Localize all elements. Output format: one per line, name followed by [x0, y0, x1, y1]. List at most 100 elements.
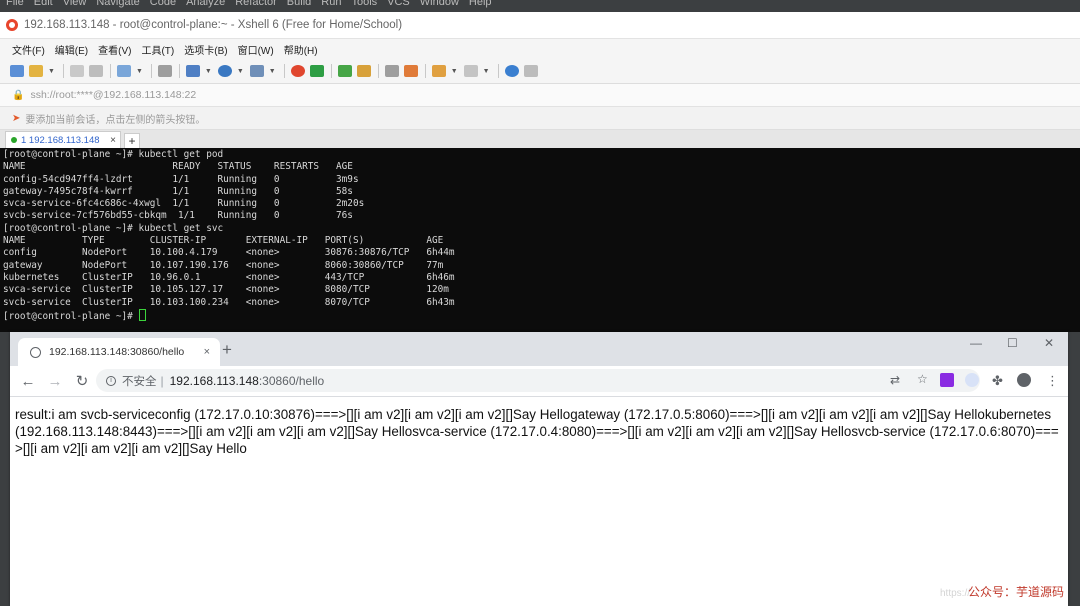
ide-menu-file[interactable]: File	[6, 0, 24, 8]
maximize-icon[interactable]: ☐	[1007, 336, 1018, 350]
chevron-down-icon[interactable]: ▼	[136, 68, 143, 75]
ide-menu-tools[interactable]: Tools	[351, 0, 377, 8]
open-folder-icon[interactable]	[29, 65, 43, 77]
find-icon[interactable]	[157, 65, 172, 77]
browser-tab[interactable]: 192.168.113.148:30860/hello ×	[18, 338, 220, 366]
font-icon[interactable]	[249, 65, 264, 77]
xshell-logo-icon[interactable]	[290, 65, 305, 77]
back-arrow-icon[interactable]: ←	[19, 373, 37, 390]
xshell-address-text: ssh://root:****@192.168.113.148:22	[30, 89, 197, 101]
ide-menu-analyze[interactable]: Analyze	[186, 0, 225, 8]
security-status[interactable]: 不安全	[122, 373, 157, 389]
ide-menu-view[interactable]: View	[63, 0, 87, 8]
ide-menu-build[interactable]: Build	[287, 0, 311, 8]
ide-menu-help[interactable]: Help	[469, 0, 492, 8]
close-window-icon[interactable]: ✕	[1044, 336, 1054, 350]
terminal-prompt-line[interactable]: [root@control-plane ~]#	[3, 308, 1080, 322]
xshell-menu-edit[interactable]: 编辑(E)	[55, 42, 88, 57]
xshell-session-tab[interactable]: 1 192.168.113.148 ×	[5, 131, 121, 148]
layout-icon[interactable]	[185, 65, 200, 77]
xshell-menu-tools[interactable]: 工具(T)	[141, 42, 174, 57]
xshell-tab-bar: 1 192.168.113.148 × +	[0, 130, 1080, 148]
chevron-down-icon[interactable]: ▼	[48, 68, 55, 75]
bookmark-star-icon[interactable]: ☆	[917, 372, 928, 386]
new-tab-button[interactable]: +	[124, 133, 140, 148]
xshell-window: 192.168.113.148 - root@control-plane:~ -…	[0, 12, 1080, 332]
reload-icon[interactable]: ↻	[73, 372, 91, 390]
ide-menu-window[interactable]: Window	[420, 0, 459, 8]
terminal-prompt: [root@control-plane ~]#	[3, 310, 139, 322]
bookmark-arrow-icon[interactable]: ➤	[12, 113, 20, 124]
fullscreen-icon[interactable]	[337, 65, 352, 77]
xshell-menu-tabs[interactable]: 选项卡(B)	[184, 42, 227, 57]
chrome-tab-strip: 192.168.113.148:30860/hello × + — ☐ ✕	[10, 332, 1068, 366]
xshell-menu-help[interactable]: 帮助(H)	[284, 42, 318, 57]
chat-icon[interactable]	[523, 65, 538, 77]
more-menu-icon[interactable]: ⋮	[1046, 373, 1059, 389]
url-separator: |	[160, 373, 164, 388]
xshell-menu-window[interactable]: 窗口(W)	[238, 42, 274, 57]
globe-icon	[30, 346, 41, 358]
puzzle-icon[interactable]: ✤	[992, 373, 1003, 389]
ide-menu-edit[interactable]: Edit	[34, 0, 53, 8]
terminal-line: svcb-service-7cf576bd55-cbkqm 1/1 Runnin…	[3, 210, 353, 222]
close-icon[interactable]: ×	[110, 135, 116, 146]
keyboard-icon[interactable]	[384, 65, 399, 77]
xshell-toolbar: ▼ ▼ ▼ ▼ ▼ ▼ ▼	[0, 59, 1080, 84]
xshell-app-icon	[6, 19, 18, 31]
lock-icon[interactable]	[356, 65, 371, 77]
chevron-down-icon[interactable]: ▼	[483, 68, 490, 75]
toolbar-divider	[150, 64, 152, 78]
toolbar-divider	[62, 64, 64, 78]
forward-arrow-icon[interactable]: →	[46, 373, 64, 390]
close-icon[interactable]: ×	[204, 346, 210, 358]
xshell-address-bar[interactable]: 🔒 ssh://root:****@192.168.113.148:22	[0, 84, 1080, 107]
window-layout-icon[interactable]	[463, 65, 478, 77]
properties-icon[interactable]	[116, 65, 131, 77]
xshell-menu-view[interactable]: 查看(V)	[98, 42, 131, 57]
add-tab-icon[interactable]	[431, 65, 446, 77]
chevron-down-icon[interactable]: ▼	[237, 68, 244, 75]
browser-tab-title: 192.168.113.148:30860/hello	[49, 346, 185, 358]
ide-menu-refactor[interactable]: Refactor	[235, 0, 277, 8]
xftp-icon[interactable]	[309, 65, 324, 77]
xshell-hint-text: 要添加当前会话，点击左侧的箭头按钮。	[25, 114, 206, 126]
help-icon[interactable]	[504, 65, 519, 77]
disconnect-icon[interactable]	[88, 65, 103, 77]
new-session-icon[interactable]	[10, 65, 24, 77]
xshell-menu-file[interactable]: 文件(F)	[12, 42, 45, 57]
ide-menu-navigate[interactable]: Navigate	[96, 0, 139, 8]
new-tab-button[interactable]: +	[222, 340, 232, 360]
minimize-icon[interactable]: —	[970, 336, 982, 350]
pen-icon[interactable]	[403, 65, 418, 77]
chevron-down-icon[interactable]: ▼	[269, 68, 276, 75]
extension-bird-icon[interactable]	[965, 373, 979, 387]
chevron-down-icon[interactable]: ▼	[451, 68, 458, 75]
address-bar[interactable]: i 不安全 | 192.168.113.148:30860/hello ⇄ ☆	[96, 369, 980, 392]
terminal-line: kubernetes ClusterIP 10.96.0.1 <none> 44…	[3, 271, 455, 283]
terminal-cursor	[139, 308, 147, 321]
watermark: 公众号：芋道源码	[967, 585, 1064, 599]
extension-icon[interactable]	[940, 373, 954, 387]
reconnect-icon[interactable]	[69, 65, 84, 77]
terminal-line: config NodePort 10.100.4.179 <none> 3087…	[3, 247, 455, 259]
ide-menu-code[interactable]: Code	[150, 0, 176, 8]
lock-icon: 🔒	[12, 89, 25, 101]
profile-avatar-icon[interactable]	[1017, 373, 1031, 387]
terminal-line: NAME TYPE CLUSTER-IP EXTERNAL-IP PORT(S)…	[3, 235, 444, 247]
terminal-output[interactable]: [root@control-plane ~]# kubectl get pod …	[0, 148, 1080, 332]
translate-icon[interactable]: ⇄	[890, 373, 900, 387]
ide-menubar: File Edit View Navigate Code Analyze Refactor B…	[0, 0, 1080, 12]
terminal-line: gateway NodePort 10.107.190.176 <none> 8…	[3, 259, 444, 271]
ide-menu-vcs[interactable]: VCS	[387, 0, 410, 8]
globe-icon[interactable]	[217, 65, 232, 77]
ide-menu-run[interactable]: Run	[321, 0, 341, 8]
terminal-line: gateway-7495c78f4-kwrrf 1/1 Running 0 58…	[3, 185, 353, 197]
connected-status-icon	[11, 137, 17, 143]
chevron-down-icon[interactable]: ▼	[205, 68, 212, 75]
toolbar-divider	[283, 64, 285, 78]
toolbar-divider	[424, 64, 426, 78]
info-icon[interactable]: i	[106, 375, 116, 386]
watermark-faint-url: https://	[939, 588, 970, 599]
terminal-line: [root@control-plane ~]# kubectl get svc	[3, 222, 224, 234]
